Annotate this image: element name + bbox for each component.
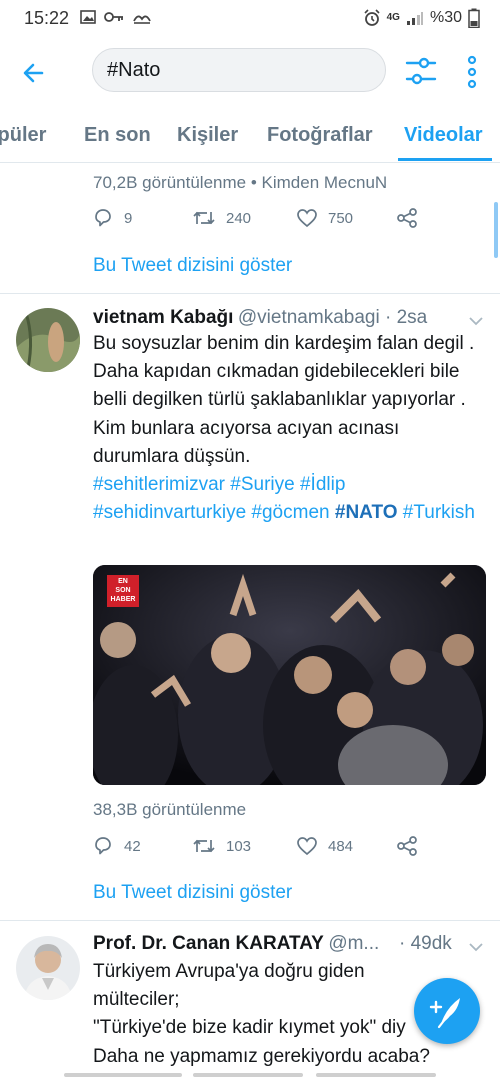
hashtag-link[interactable]: #İdlip xyxy=(300,474,345,495)
tweet-divider xyxy=(0,920,500,921)
chevron-down-icon[interactable] xyxy=(468,939,484,955)
view-count: 38,3B görüntülenme xyxy=(93,800,247,819)
reply-button[interactable]: 42 xyxy=(92,831,141,861)
tab-photos[interactable]: Fotoğraflar xyxy=(267,124,373,147)
author-name[interactable]: vietnam Kabağı xyxy=(93,307,233,328)
compose-tweet-button[interactable] xyxy=(414,978,480,1044)
nav-hint-left xyxy=(64,1073,182,1077)
search-header: #Nato xyxy=(0,36,500,108)
logo-line: HABER xyxy=(110,596,136,603)
compose-feather-icon xyxy=(429,998,460,1029)
alarm-icon xyxy=(364,9,380,26)
tweet-header: Prof. Dr. Canan KARATAY @m... xyxy=(93,933,379,955)
like-count: 484 xyxy=(328,837,354,855)
hands-icon xyxy=(133,15,151,24)
avatar-image xyxy=(16,308,80,372)
hashtag-link[interactable]: #sehidinvarturkiye xyxy=(93,502,246,523)
tweet-actions: 42 103 484 xyxy=(92,831,422,861)
nav-hint-right xyxy=(316,1073,436,1077)
arrow-left-icon[interactable] xyxy=(18,56,52,90)
reply-icon xyxy=(95,209,111,227)
avatar[interactable] xyxy=(16,936,80,1000)
view-count: 70,2B görüntülenme • Kimden MecnuN xyxy=(93,173,388,192)
active-tab-indicator xyxy=(398,158,492,161)
author-handle[interactable]: @m... xyxy=(328,933,379,954)
signal-icon xyxy=(406,12,423,25)
chevron-down-icon[interactable] xyxy=(468,313,484,329)
sliders-icon[interactable] xyxy=(404,54,438,88)
show-thread-link[interactable]: Bu Tweet dizisini göster xyxy=(93,255,292,277)
tweet-body: Bu soysuzlar benim din kardeşim falan de… xyxy=(93,330,478,527)
tweet-actions: 9 240 750 xyxy=(92,203,422,233)
tweet-hashtags: #sehitlerimizvar #Suriye #İdlip #sehidin… xyxy=(93,471,478,527)
hashtag-link[interactable]: #Suriye xyxy=(230,474,294,495)
retweet-button[interactable]: 240 xyxy=(192,203,251,233)
reply-icon xyxy=(95,837,111,855)
search-query[interactable]: #Nato xyxy=(107,59,160,82)
share-icon xyxy=(397,208,417,228)
hashtag-link-highlighted[interactable]: #NATO xyxy=(335,502,398,523)
tweet-line: Daha ne yapmamız gerekiyordu acaba? xyxy=(93,1045,430,1067)
tweet-text: Bu soysuzlar benim din kardeşim falan de… xyxy=(93,333,475,467)
show-thread-link[interactable]: Bu Tweet dizisini göster xyxy=(93,882,292,904)
share-button[interactable] xyxy=(396,831,418,861)
logo-line: SON xyxy=(115,587,131,594)
reply-count: 9 xyxy=(124,209,133,227)
network-type: 4G xyxy=(386,12,400,23)
retweet-count: 103 xyxy=(226,837,252,855)
hashtag-link[interactable]: #göcmen xyxy=(251,502,329,523)
image-icon xyxy=(80,10,96,24)
avatar[interactable] xyxy=(16,308,80,372)
avatar-image xyxy=(16,936,80,1000)
like-button[interactable]: 484 xyxy=(296,831,353,861)
heart-icon xyxy=(297,209,317,228)
like-button[interactable]: 750 xyxy=(296,203,353,233)
battery-percent: %30 xyxy=(429,9,462,26)
battery-icon xyxy=(468,8,480,28)
retweet-button[interactable]: 103 xyxy=(192,831,251,861)
notification-icons xyxy=(80,9,152,25)
retweet-count: 240 xyxy=(226,209,252,227)
tweet-header: vietnam Kabağı @vietnamkabagi · 2sa xyxy=(93,307,427,329)
key-icon xyxy=(104,12,123,22)
search-input[interactable]: #Nato xyxy=(92,48,386,92)
tab-people[interactable]: Kişiler xyxy=(177,124,238,147)
author-handle[interactable]: @vietnamkabagi · 2sa xyxy=(238,307,427,328)
like-count: 750 xyxy=(328,209,354,227)
tab-popular[interactable]: Popüler xyxy=(0,124,46,147)
tweet-time: · 49dk xyxy=(399,933,452,954)
video-thumbnail xyxy=(93,565,486,785)
heart-icon xyxy=(297,837,317,856)
reply-button[interactable]: 9 xyxy=(92,203,132,233)
tweet-divider xyxy=(0,293,500,294)
tab-latest[interactable]: En son xyxy=(84,124,151,147)
system-icons: 4G %30 xyxy=(363,8,480,28)
hashtag-link[interactable]: #Turkish xyxy=(403,502,475,523)
nav-hint-center xyxy=(193,1073,303,1077)
share-button[interactable] xyxy=(396,203,418,233)
share-icon xyxy=(397,836,417,856)
vertical-dots-icon[interactable] xyxy=(464,54,480,90)
search-tabs: Popüler En son Kişiler Fotoğraflar Video… xyxy=(0,108,500,163)
author-name[interactable]: Prof. Dr. Canan KARATAY xyxy=(93,933,324,954)
logo-line: EN xyxy=(118,578,128,585)
status-bar: 15:22 4G %30 xyxy=(0,0,500,36)
tab-videos[interactable]: Videolar xyxy=(404,124,483,147)
retweet-icon xyxy=(193,839,215,853)
hashtag-link[interactable]: #sehitlerimizvar xyxy=(93,474,225,495)
video-player[interactable]: EN SON HABER xyxy=(93,565,486,785)
channel-logo: EN SON HABER xyxy=(107,577,139,604)
scrollbar[interactable] xyxy=(494,202,498,258)
retweet-icon xyxy=(193,211,215,225)
reply-count: 42 xyxy=(124,837,141,855)
status-time: 15:22 xyxy=(24,8,70,28)
